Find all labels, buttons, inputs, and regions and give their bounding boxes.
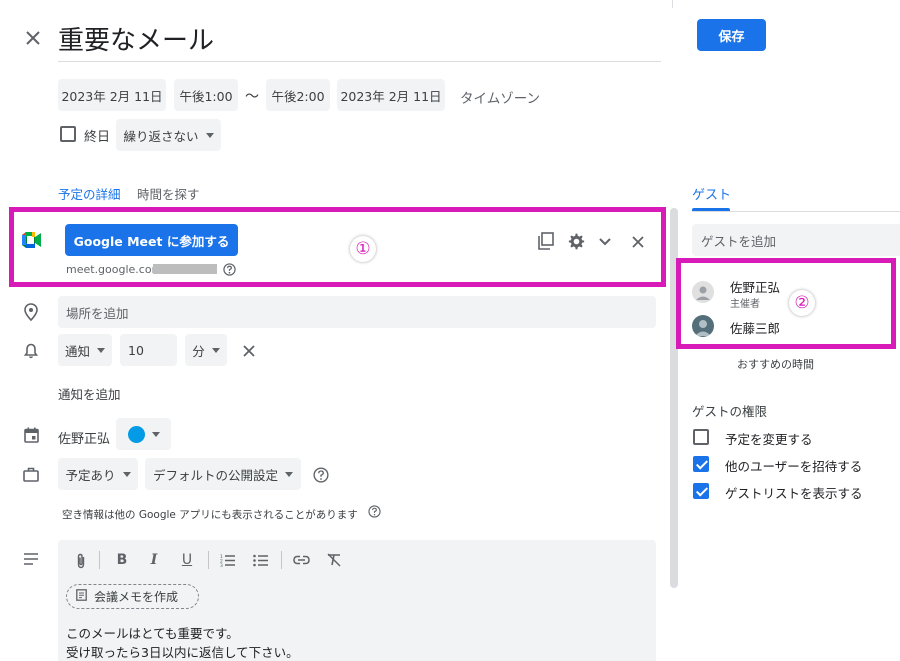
bold-icon[interactable]: B: [114, 551, 130, 569]
highlight-box-2: [676, 258, 896, 349]
toolbar-divider: [281, 551, 282, 569]
toolbar-divider: [208, 551, 209, 569]
description-line-2[interactable]: 受け取ったら3日以内に返信して下さい。: [66, 642, 299, 661]
guest-permissions-title: ゲストの権限: [692, 404, 768, 419]
annotation-marker-1: ①: [350, 236, 376, 262]
save-button[interactable]: 保存: [697, 19, 766, 51]
availability-dropdown[interactable]: 予定あり: [58, 458, 138, 490]
end-date[interactable]: 2023年 2月 11日: [337, 79, 445, 111]
remove-notification-icon[interactable]: [241, 343, 257, 359]
italic-icon[interactable]: I: [146, 551, 162, 569]
all-day-checkbox[interactable]: [60, 126, 76, 142]
permission-checkbox-see-list[interactable]: [693, 483, 709, 499]
start-date[interactable]: 2023年 2月 11日: [58, 79, 166, 111]
visibility-dropdown[interactable]: デフォルトの公開設定: [145, 458, 301, 490]
tab-find-time[interactable]: 時間を探す: [137, 184, 200, 203]
time-separator: 〜: [245, 89, 259, 105]
clear-formatting-icon[interactable]: [325, 552, 343, 568]
availability-value: 予定あり: [65, 467, 116, 483]
highlight-box-1: [9, 207, 666, 287]
toolbar-divider: [99, 551, 100, 569]
calendar-color-dropdown[interactable]: [116, 418, 171, 450]
underline-icon[interactable]: U: [179, 551, 195, 569]
visibility-value: デフォルトの公開設定: [152, 467, 278, 483]
bullet-list-icon[interactable]: [252, 552, 270, 568]
chevron-down-icon: [205, 132, 214, 138]
help-icon[interactable]: [312, 466, 329, 483]
location-pin-icon: [22, 302, 40, 322]
location-placeholder: 場所を追加: [66, 305, 129, 321]
add-guest-placeholder: ゲストを追加: [701, 233, 777, 249]
bell-icon: [22, 342, 40, 360]
permission-checkbox-invite[interactable]: [693, 456, 709, 472]
repeat-dropdown[interactable]: 繰り返さない: [116, 119, 221, 151]
svg-text:3: 3: [220, 563, 223, 567]
end-time[interactable]: 午後2:00: [266, 79, 330, 111]
chevron-down-icon: [211, 347, 220, 353]
title-underline: [58, 61, 661, 62]
chevron-down-icon: [285, 471, 293, 477]
chevron-down-icon: [151, 431, 160, 437]
repeat-value: 繰り返さない: [123, 128, 199, 144]
description-line-1[interactable]: このメールはとても重要です。: [66, 623, 239, 642]
link-icon[interactable]: [292, 552, 310, 568]
close-icon[interactable]: [22, 27, 44, 49]
chevron-down-icon: [97, 347, 105, 353]
chevron-down-icon: [122, 471, 131, 477]
notification-unit-dropdown[interactable]: 分: [185, 334, 227, 366]
location-input[interactable]: 場所を追加: [58, 296, 656, 328]
notification-type: 通知: [64, 343, 90, 359]
start-time[interactable]: 午後1:00: [174, 79, 238, 111]
tab-event-details[interactable]: 予定の詳細: [58, 184, 121, 203]
guests-divider: [692, 211, 900, 212]
timezone-link[interactable]: タイムゾーン: [460, 87, 540, 107]
create-meeting-notes-button[interactable]: 会議メモを作成: [66, 584, 199, 609]
notes-doc-icon: [76, 589, 87, 604]
create-meeting-notes-label: 会議メモを作成: [94, 590, 179, 604]
tab-guests[interactable]: ゲスト: [692, 184, 731, 203]
calendar-icon: [22, 426, 40, 444]
help-icon[interactable]: [367, 504, 381, 518]
event-title[interactable]: 重要なメール: [58, 20, 214, 57]
permission-label-see-list: ゲストリストを表示する: [725, 486, 863, 501]
description-lines-icon: [22, 551, 40, 567]
all-day-label: 終日: [84, 130, 111, 145]
annotation-marker-2: ②: [789, 290, 815, 316]
notification-amount: 10: [128, 342, 144, 358]
permission-label-invite: 他のユーザーを招待する: [725, 459, 863, 474]
permission-label-modify: 予定を変更する: [725, 432, 813, 447]
briefcase-icon: [22, 465, 40, 483]
availability-note: 空き情報は他の Google アプリにも表示されることがあります: [62, 509, 358, 521]
add-notification-link[interactable]: 通知を追加: [58, 384, 121, 403]
add-guest-input[interactable]: ゲストを追加: [692, 224, 900, 256]
calendar-color-swatch: [127, 425, 145, 443]
suggested-times-link[interactable]: おすすめの時間: [737, 356, 814, 372]
notification-type-dropdown[interactable]: 通知: [58, 334, 112, 366]
calendar-owner: 佐野正弘: [58, 432, 111, 447]
top-right-divider: [672, 0, 673, 8]
notification-amount-input[interactable]: 10: [120, 334, 177, 366]
notification-unit: 分: [192, 343, 205, 359]
numbered-list-icon[interactable]: 123: [219, 552, 237, 568]
permission-checkbox-modify[interactable]: [693, 429, 709, 445]
attachment-icon[interactable]: [73, 552, 89, 570]
